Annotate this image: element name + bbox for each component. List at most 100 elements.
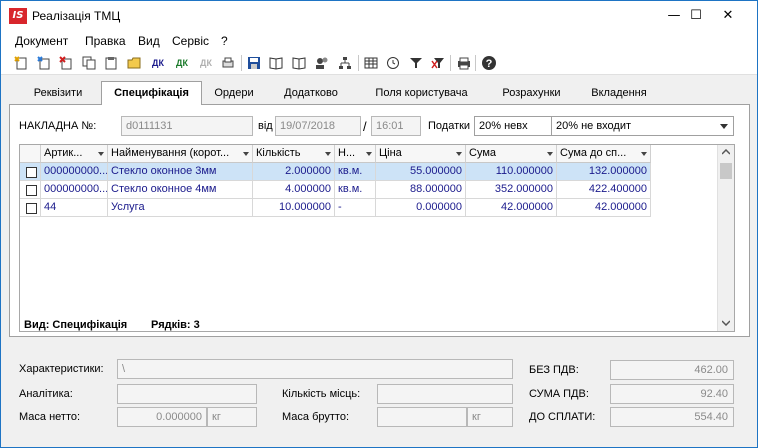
new-copy-icon[interactable] (35, 54, 53, 72)
net-mass-field[interactable]: 0.000000 (117, 407, 207, 427)
save-icon[interactable] (245, 54, 263, 72)
copy-icon[interactable] (80, 54, 98, 72)
menu-edit[interactable]: Правка (85, 34, 126, 48)
grid-view-status: Вид: Специфікація (24, 319, 128, 331)
table-row[interactable]: 000000000... Стекло оконное 3мм 2.000000… (20, 163, 651, 181)
tab-attachments[interactable]: Вкладення (579, 84, 659, 105)
users-icon[interactable] (313, 54, 331, 72)
time-field[interactable]: 16:01 (371, 116, 421, 136)
row-checkbox[interactable] (26, 185, 37, 196)
new-doc-icon[interactable] (12, 54, 30, 72)
row-checkbox[interactable] (26, 203, 37, 214)
maximize-button[interactable]: ☐ (681, 1, 711, 31)
row-checkbox-cell (20, 199, 41, 217)
grid-header-to-pay[interactable]: Сума до сп... (557, 145, 651, 163)
table-row[interactable]: 44 Услуга 10.000000 - 0.000000 42.000000… (20, 199, 651, 217)
cell-to-pay: 42.000000 (557, 199, 651, 217)
places-count-label: Кількість місць: (282, 388, 361, 400)
cell-quantity: 2.000000 (253, 163, 335, 181)
tab-orders[interactable]: Ордери (204, 84, 264, 105)
vat-sum-label: СУМА ПДВ: (529, 388, 589, 400)
printer-icon[interactable] (455, 54, 473, 72)
gross-mass-unit: кг (467, 407, 513, 427)
scroll-thumb[interactable] (720, 163, 732, 179)
tab-requisites[interactable]: Реквізити (19, 84, 97, 105)
menu-document[interactable]: Документ (15, 34, 68, 48)
sort-arrow-icon (325, 152, 331, 156)
tax-select-value: 20% не входит (556, 120, 632, 132)
menu-help[interactable]: ? (221, 34, 228, 48)
cell-price: 88.000000 (376, 181, 466, 199)
dk-green-icon[interactable]: ДК (172, 54, 192, 72)
toolbar: ДК ДК ДК ? (1, 51, 757, 75)
clock-icon[interactable] (384, 54, 402, 72)
row-checkbox-cell (20, 163, 41, 181)
folder-icon[interactable] (125, 54, 143, 72)
cell-unit: кв.м. (335, 181, 376, 199)
menu-view[interactable]: Вид (138, 34, 160, 48)
close-button[interactable]: ✕ (713, 1, 743, 31)
app-logo-icon: IS (9, 8, 27, 24)
cell-name: Стекло оконное 3мм (108, 163, 253, 181)
delete-icon[interactable] (57, 54, 75, 72)
cell-name: Услуга (108, 199, 253, 217)
tab-user-fields[interactable]: Поля користувача (359, 84, 484, 105)
invoice-number-field[interactable]: d0111131 (121, 116, 253, 136)
grid-header-unit[interactable]: Н... (335, 145, 376, 163)
grid-header-name[interactable]: Найменування (корот... (108, 145, 253, 163)
date-field[interactable]: 19/07/2018 (275, 116, 361, 136)
net-mass-unit: кг (207, 407, 257, 427)
tab-additional[interactable]: Додатково (271, 84, 351, 105)
cell-unit: - (335, 199, 376, 217)
tab-specification[interactable]: Специфікація (101, 81, 202, 106)
cell-sum: 110.000000 (466, 163, 557, 181)
grid-header-sum[interactable]: Сума (466, 145, 557, 163)
tax-select[interactable]: 20% не входит (551, 116, 734, 136)
tab-calculations[interactable]: Розрахунки (489, 84, 574, 105)
to-pay-label: ДО СПЛАТИ: (529, 411, 596, 423)
cell-price: 0.000000 (376, 199, 466, 217)
sort-arrow-icon (243, 152, 249, 156)
cell-quantity: 4.000000 (253, 181, 335, 199)
grid-scrollbar[interactable] (717, 145, 734, 331)
to-pay-value: 554.40 (610, 407, 734, 427)
tax-code-field[interactable]: 20% невх (474, 116, 552, 136)
book-open-icon[interactable] (290, 54, 308, 72)
paste-icon[interactable] (102, 54, 120, 72)
help-icon[interactable]: ? (480, 54, 498, 72)
gross-mass-field[interactable] (377, 407, 467, 427)
cell-to-pay: 422.400000 (557, 181, 651, 199)
invoice-number-label: НАКЛАДНА №: (19, 120, 97, 132)
table-icon[interactable] (362, 54, 380, 72)
sort-arrow-icon (98, 152, 104, 156)
book-icon[interactable] (267, 54, 285, 72)
grid-header-article[interactable]: Артик... (41, 145, 108, 163)
vat-sum-value: 92.40 (610, 384, 734, 404)
scroll-up-icon[interactable] (722, 149, 730, 155)
taxes-label: Податки (428, 120, 471, 132)
clear-filter-icon[interactable] (429, 54, 447, 72)
table-row[interactable]: 000000000... Стекло оконное 4мм 4.000000… (20, 181, 651, 199)
menu-service[interactable]: Сервіс (172, 34, 209, 48)
characteristics-field[interactable]: \ (117, 359, 513, 379)
grid-header-label: Кількість (256, 147, 301, 159)
row-checkbox[interactable] (26, 167, 37, 178)
app-window: IS Реалізація ТМЦ — ☐ ✕ Документ Правка … (0, 0, 758, 448)
tree-icon[interactable] (336, 54, 354, 72)
grid-header-price[interactable]: Ціна (376, 145, 466, 163)
dk-disabled-icon: ДК (200, 58, 212, 68)
cell-article: 44 (41, 199, 108, 217)
scroll-down-icon[interactable] (722, 320, 730, 326)
sort-arrow-icon (456, 152, 462, 156)
date-time-separator: / (363, 119, 367, 134)
dk-icon[interactable]: ДК (148, 54, 168, 72)
cell-to-pay: 132.000000 (557, 163, 651, 181)
analytics-field[interactable] (117, 384, 257, 404)
places-count-field[interactable] (377, 384, 513, 404)
date-label: від (258, 120, 273, 132)
specification-grid: Артик... Найменування (корот... Кількіст… (19, 144, 735, 332)
print-preview-icon[interactable] (219, 54, 237, 72)
toolbar-separator (358, 55, 359, 71)
grid-header-quantity[interactable]: Кількість (253, 145, 335, 163)
filter-icon[interactable] (407, 54, 425, 72)
